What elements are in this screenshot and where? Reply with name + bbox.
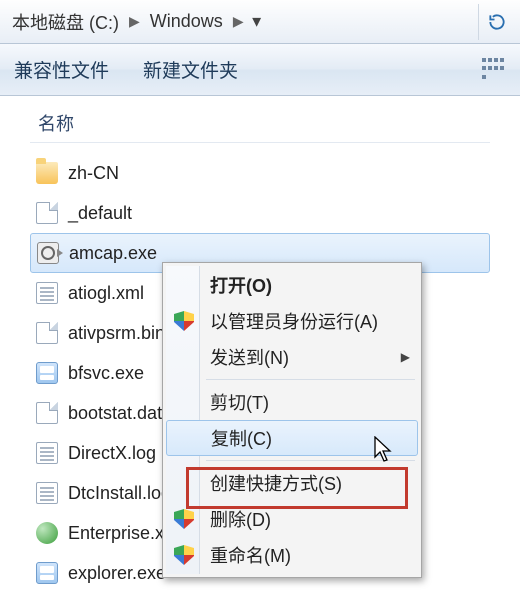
file-row[interactable]: _default: [30, 193, 490, 233]
chevron-right-icon: ▶: [233, 13, 244, 30]
shield-icon: [174, 545, 194, 565]
breadcrumb-segment[interactable]: 本地磁盘 (C:): [6, 9, 125, 35]
file-row[interactable]: zh-CN: [30, 153, 490, 193]
file-row[interactable]: fveupdate.exe: [30, 593, 490, 600]
file-name: explorer.exe: [68, 563, 166, 584]
menu-item-label: 创建快捷方式(S): [210, 470, 342, 496]
menu-item-label: 发送到(N): [210, 344, 289, 370]
menu-item[interactable]: 复制(C): [166, 420, 418, 456]
file-name: ativpsrm.bin: [68, 323, 165, 344]
file-name: DtcInstall.log: [68, 483, 171, 504]
menu-item[interactable]: 删除(D): [166, 501, 418, 537]
menu-item[interactable]: 打开(O): [166, 267, 418, 303]
toolbar: 兼容性文件 新建文件夹: [0, 44, 520, 96]
compat-files-button[interactable]: 兼容性文件: [14, 56, 109, 83]
menu-separator: [206, 460, 415, 461]
menu-item[interactable]: 创建快捷方式(S): [166, 465, 418, 501]
shield-icon: [174, 509, 194, 529]
file-icon: [36, 322, 58, 344]
context-menu: 打开(O) 以管理员身份运行(A) 发送到(N) 剪切(T) 复制(C) 创建快捷方式(S…: [162, 262, 422, 578]
menu-item-label: 剪切(T): [210, 389, 269, 415]
view-options-icon[interactable]: [482, 58, 506, 82]
app-icon: [36, 362, 58, 384]
menu-item-label: 删除(D): [210, 506, 271, 532]
file-icon: [36, 402, 58, 424]
file-name: bfsvc.exe: [68, 363, 144, 384]
chevron-right-icon: ▶: [129, 13, 140, 30]
folder-icon: [36, 162, 58, 184]
shield-icon: [174, 311, 194, 331]
file-name: _default: [68, 203, 132, 224]
file-icon: [36, 202, 58, 224]
text-icon: [36, 442, 58, 464]
menu-item[interactable]: 剪切(T): [166, 384, 418, 420]
breadcrumb-text: 本地磁盘 (C:): [12, 9, 119, 35]
file-name: zh-CN: [68, 163, 119, 184]
file-name: amcap.exe: [69, 243, 157, 264]
refresh-icon: [487, 12, 507, 32]
menu-item-label: 复制(C): [211, 425, 272, 451]
menu-separator: [206, 379, 415, 380]
menu-item[interactable]: 以管理员身份运行(A): [166, 303, 418, 339]
file-name: DirectX.log: [68, 443, 156, 464]
breadcrumb: 本地磁盘 (C:) ▶ Windows ▶ ▾: [0, 0, 520, 44]
menu-item-label: 打开(O): [210, 272, 272, 298]
refresh-button[interactable]: [478, 4, 514, 40]
breadcrumb-dropdown[interactable]: ▾: [248, 11, 266, 32]
menu-item[interactable]: 发送到(N): [166, 339, 418, 375]
menu-item-label: 以管理员身份运行(A): [210, 308, 378, 334]
breadcrumb-text: Windows: [150, 11, 223, 32]
breadcrumb-segment[interactable]: Windows: [144, 11, 229, 32]
globe-icon: [36, 522, 58, 544]
column-header-name[interactable]: 名称: [30, 106, 490, 143]
menu-item-label: 重命名(M): [210, 542, 291, 568]
text-icon: [36, 282, 58, 304]
file-name: atiogl.xml: [68, 283, 144, 304]
file-name: bootstat.dat: [68, 403, 162, 424]
cam-icon: [37, 242, 59, 264]
app-icon: [36, 562, 58, 584]
text-icon: [36, 482, 58, 504]
new-folder-button[interactable]: 新建文件夹: [143, 56, 238, 83]
menu-item[interactable]: 重命名(M): [166, 537, 418, 573]
